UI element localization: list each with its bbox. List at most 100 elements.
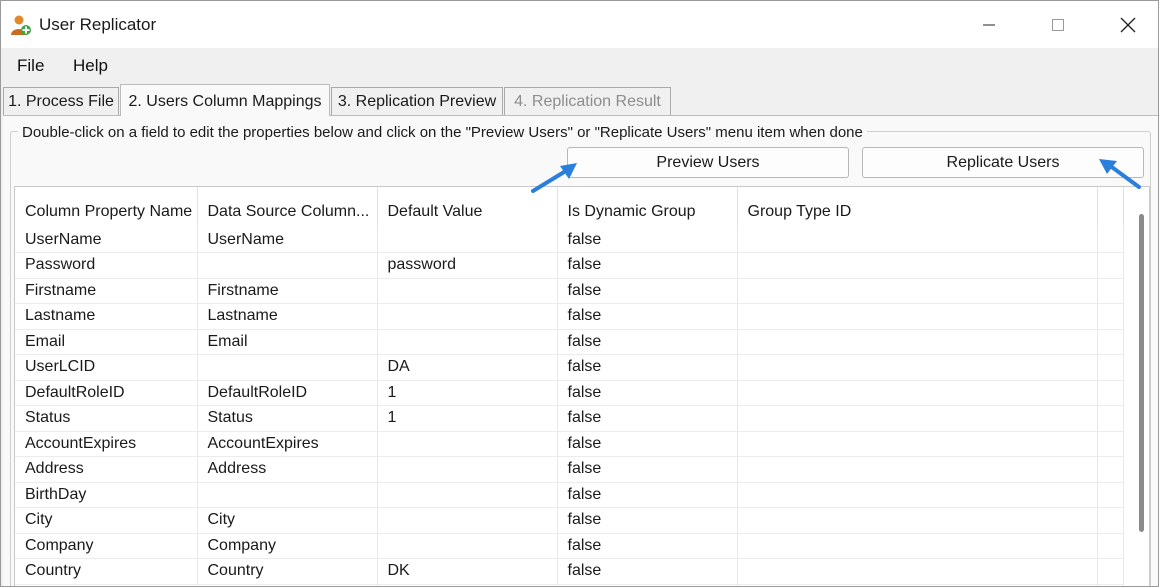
cell-data-source-column[interactable]: Firstname	[197, 278, 378, 304]
cell-property-name[interactable]: UserLCID	[15, 354, 198, 381]
cell-default-value[interactable]	[377, 482, 558, 508]
cell-default-value[interactable]: password	[377, 252, 558, 279]
tab-process-file[interactable]: 1. Process File	[3, 87, 119, 115]
cell-default-value[interactable]: 1	[377, 405, 558, 432]
cell-is-dynamic-group[interactable]: false	[557, 405, 738, 432]
cell-property-name[interactable]: AccountExpires	[15, 431, 198, 457]
tab-users-column-mappings[interactable]: 2. Users Column Mappings	[120, 84, 330, 116]
table-row[interactable]: Status Status 1 false	[15, 405, 1124, 432]
cell-property-name[interactable]: Status	[15, 405, 198, 432]
cell-is-dynamic-group[interactable]: false	[557, 303, 738, 330]
cell-data-source-column[interactable]: DefaultRoleID	[197, 380, 378, 406]
table-row[interactable]: UserName UserName false	[15, 227, 1124, 253]
table-row[interactable]: Firstname Firstname false	[15, 278, 1124, 304]
cell-data-source-column[interactable]	[197, 482, 378, 508]
cell-data-source-column[interactable]: Address	[197, 456, 378, 483]
cell-group-type-id[interactable]	[737, 533, 1098, 559]
cell-data-source-column[interactable]: City	[197, 507, 378, 534]
cell-property-name[interactable]: Email	[15, 329, 198, 355]
cell-property-name[interactable]: Lastname	[15, 303, 198, 330]
scrollbar-thumb[interactable]	[1139, 214, 1144, 532]
column-mappings-grid[interactable]: Column Property Name Data Source Column.…	[14, 186, 1150, 586]
cell-default-value[interactable]: 1	[377, 380, 558, 406]
table-row[interactable]: Lastname Lastname false	[15, 303, 1124, 330]
cell-is-dynamic-group[interactable]: false	[557, 456, 738, 483]
cell-group-type-id[interactable]	[737, 482, 1098, 508]
cell-property-name[interactable]: UserName	[15, 227, 198, 253]
cell-data-source-column[interactable]	[197, 252, 378, 279]
cell-property-name[interactable]: DefaultRoleID	[15, 380, 198, 406]
cell-group-type-id[interactable]	[737, 227, 1098, 253]
cell-property-name[interactable]: Company	[15, 533, 198, 559]
tab-replication-preview[interactable]: 3. Replication Preview	[331, 87, 503, 115]
menu-file[interactable]: File	[17, 56, 44, 76]
cell-is-dynamic-group[interactable]: false	[557, 507, 738, 534]
cell-group-type-id[interactable]	[737, 405, 1098, 432]
cell-is-dynamic-group[interactable]: false	[557, 252, 738, 279]
cell-default-value[interactable]	[377, 533, 558, 559]
table-row[interactable]: City City false	[15, 507, 1124, 534]
cell-is-dynamic-group[interactable]: false	[557, 380, 738, 406]
cell-data-source-column[interactable]: Status	[197, 405, 378, 432]
cell-is-dynamic-group[interactable]: false	[557, 533, 738, 559]
column-header-is-dynamic-group[interactable]: Is Dynamic Group	[557, 187, 738, 227]
cell-property-name[interactable]: Password	[15, 252, 198, 279]
table-row[interactable]: Password password false	[15, 252, 1124, 279]
cell-property-name[interactable]: City	[15, 507, 198, 534]
cell-default-value[interactable]	[377, 303, 558, 330]
column-header-property-name[interactable]: Column Property Name	[15, 187, 198, 227]
cell-group-type-id[interactable]	[737, 329, 1098, 355]
cell-group-type-id[interactable]	[737, 456, 1098, 483]
cell-group-type-id[interactable]	[737, 278, 1098, 304]
vertical-scrollbar[interactable]	[1132, 187, 1149, 586]
cell-is-dynamic-group[interactable]: false	[557, 227, 738, 253]
cell-group-type-id[interactable]	[737, 354, 1098, 381]
cell-data-source-column[interactable]	[197, 354, 378, 381]
cell-group-type-id[interactable]	[737, 507, 1098, 534]
cell-is-dynamic-group[interactable]: false	[557, 329, 738, 355]
close-button[interactable]	[1098, 1, 1158, 48]
cell-group-type-id[interactable]	[737, 558, 1098, 585]
preview-users-button[interactable]: Preview Users	[567, 147, 849, 178]
cell-data-source-column[interactable]: Lastname	[197, 303, 378, 330]
menu-help[interactable]: Help	[73, 56, 108, 76]
cell-default-value[interactable]	[377, 227, 558, 253]
maximize-button[interactable]	[1028, 1, 1088, 48]
cell-property-name[interactable]: Address	[15, 456, 198, 483]
table-row[interactable]: Address Address false	[15, 456, 1124, 483]
cell-default-value[interactable]	[377, 507, 558, 534]
cell-group-type-id[interactable]	[737, 303, 1098, 330]
cell-property-name[interactable]: Country	[15, 558, 198, 585]
column-header-data-source-column[interactable]: Data Source Column...	[197, 187, 378, 227]
table-row[interactable]: Company Company false	[15, 533, 1124, 559]
cell-group-type-id[interactable]	[737, 380, 1098, 406]
column-header-group-type-id[interactable]: Group Type ID	[737, 187, 1098, 227]
cell-data-source-column[interactable]: AccountExpires	[197, 431, 378, 457]
cell-default-value[interactable]: DK	[377, 558, 558, 585]
cell-data-source-column[interactable]: Email	[197, 329, 378, 355]
cell-default-value[interactable]: DA	[377, 354, 558, 381]
cell-default-value[interactable]	[377, 329, 558, 355]
cell-group-type-id[interactable]	[737, 431, 1098, 457]
table-row[interactable]: Country Country DK false	[15, 558, 1124, 585]
table-row[interactable]: BirthDay false	[15, 482, 1124, 508]
cell-data-source-column[interactable]: UserName	[197, 227, 378, 253]
minimize-button[interactable]	[959, 1, 1019, 48]
table-row[interactable]: DefaultRoleID DefaultRoleID 1 false	[15, 380, 1124, 406]
cell-default-value[interactable]	[377, 456, 558, 483]
table-row[interactable]: UserLCID DA false	[15, 354, 1124, 381]
table-row[interactable]: Email Email false	[15, 329, 1124, 355]
cell-data-source-column[interactable]: Country	[197, 558, 378, 585]
cell-data-source-column[interactable]: Company	[197, 533, 378, 559]
cell-is-dynamic-group[interactable]: false	[557, 431, 738, 457]
cell-is-dynamic-group[interactable]: false	[557, 278, 738, 304]
cell-default-value[interactable]	[377, 278, 558, 304]
cell-is-dynamic-group[interactable]: false	[557, 558, 738, 585]
cell-property-name[interactable]: BirthDay	[15, 482, 198, 508]
cell-default-value[interactable]	[377, 431, 558, 457]
cell-group-type-id[interactable]	[737, 252, 1098, 279]
table-row[interactable]: AccountExpires AccountExpires false	[15, 431, 1124, 457]
cell-is-dynamic-group[interactable]: false	[557, 482, 738, 508]
cell-property-name[interactable]: Firstname	[15, 278, 198, 304]
cell-is-dynamic-group[interactable]: false	[557, 354, 738, 381]
